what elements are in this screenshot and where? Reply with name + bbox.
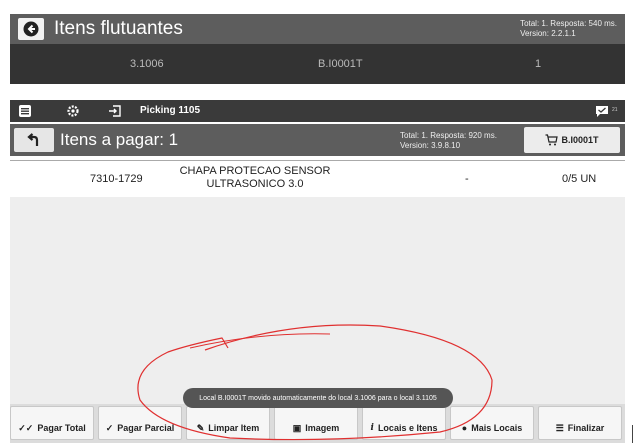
floating-item-code: B.I0001T <box>318 58 363 70</box>
finalize-label: Finalizar <box>567 423 605 433</box>
locations-items-button[interactable]: i Locais e Itens <box>362 406 446 440</box>
clear-item-label: Limpar Item <box>208 423 260 433</box>
undo-icon <box>27 133 39 146</box>
map-pin-icon: ● <box>461 423 468 433</box>
edge-divider <box>632 425 633 443</box>
location-cart-label: B.I0001T <box>561 135 599 145</box>
floating-item-location: 3.1006 <box>130 58 164 70</box>
back-arrow-icon <box>23 21 39 37</box>
pay-partial-label: Pagar Parcial <box>117 423 175 433</box>
toast-text: Local B.I0001T movido automaticamente do… <box>199 394 437 402</box>
item-quantity: 0/5 UN <box>562 173 597 185</box>
image-button[interactable]: ▣ Imagem <box>274 406 358 440</box>
floating-items-title: Itens flutuantes <box>54 18 183 39</box>
item-code: 7310-1729 <box>90 173 143 185</box>
items-stats-version: Version: 3.9.8.10 <box>400 141 461 150</box>
more-locations-label: Mais Locais <box>471 423 523 433</box>
more-locations-button[interactable]: ● Mais Locais <box>450 406 534 440</box>
cart-icon <box>545 134 559 146</box>
eraser-icon: ✎ <box>196 422 205 433</box>
pay-partial-button[interactable]: ✓ Pagar Parcial <box>98 406 182 440</box>
toast-message: Local B.I0001T movido automaticamente do… <box>183 388 453 408</box>
back-button[interactable] <box>18 18 44 40</box>
exit-icon[interactable] <box>108 104 122 118</box>
floating-item-row[interactable]: 3.1006 B.I0001T 1 <box>10 44 625 84</box>
stats-version: Version: 2.2.1.1 <box>520 29 576 38</box>
floating-item-qty: 1 <box>535 58 542 70</box>
pay-total-label: Pagar Total <box>37 423 86 433</box>
app-toolbar: Picking 1105 21 <box>10 100 625 122</box>
finalize-button[interactable]: ☰ Finalizar <box>538 406 622 440</box>
message-icon[interactable] <box>595 104 609 118</box>
item-lot: - <box>465 173 469 185</box>
database-icon: ☰ <box>555 422 564 433</box>
items-stats: Total: 1. Resposta: 920 ms. Version: 3.9… <box>400 131 497 151</box>
floating-items-header: Itens flutuantes Total: 1. Resposta: 540… <box>10 14 625 44</box>
info-icon: i <box>370 423 374 433</box>
floating-items-stats: Total: 1. Resposta: 540 ms. Version: 2.2… <box>520 19 617 39</box>
items-to-pay-title: Itens a pagar: 1 <box>60 130 179 149</box>
settings-gear-icon[interactable] <box>66 104 80 118</box>
check-icon: ✓ <box>105 422 114 433</box>
pay-total-button[interactable]: ✓✓ Pagar Total <box>10 406 94 440</box>
locations-items-label: Locais e Itens <box>377 423 438 433</box>
items-list-area <box>10 197 625 407</box>
items-stats-response: Total: 1. Resposta: 920 ms. <box>400 131 497 140</box>
item-description-line2: ULTRASONICO 3.0 <box>206 178 304 190</box>
items-header: Itens a pagar: 1 Total: 1. Resposta: 920… <box>10 124 625 156</box>
stats-response: Total: 1. Resposta: 540 ms. <box>520 19 617 28</box>
image-label: Imagem <box>305 423 340 433</box>
undo-button[interactable] <box>14 128 54 152</box>
item-description-line1: CHAPA PROTECAO SENSOR <box>179 165 331 177</box>
picking-title: Picking 1105 <box>140 105 201 116</box>
double-check-icon: ✓✓ <box>18 422 34 433</box>
location-cart-button[interactable]: B.I0001T <box>524 127 620 153</box>
menu-icon[interactable] <box>18 104 32 118</box>
clear-item-button[interactable]: ✎ Limpar Item <box>186 406 270 440</box>
camera-icon: ▣ <box>292 422 302 433</box>
message-count: 21 <box>612 107 618 113</box>
item-row[interactable]: 7310-1729 CHAPA PROTECAO SENSOR ULTRASON… <box>10 160 625 198</box>
action-bar: ✓✓ Pagar Total ✓ Pagar Parcial ✎ Limpar … <box>10 404 625 443</box>
